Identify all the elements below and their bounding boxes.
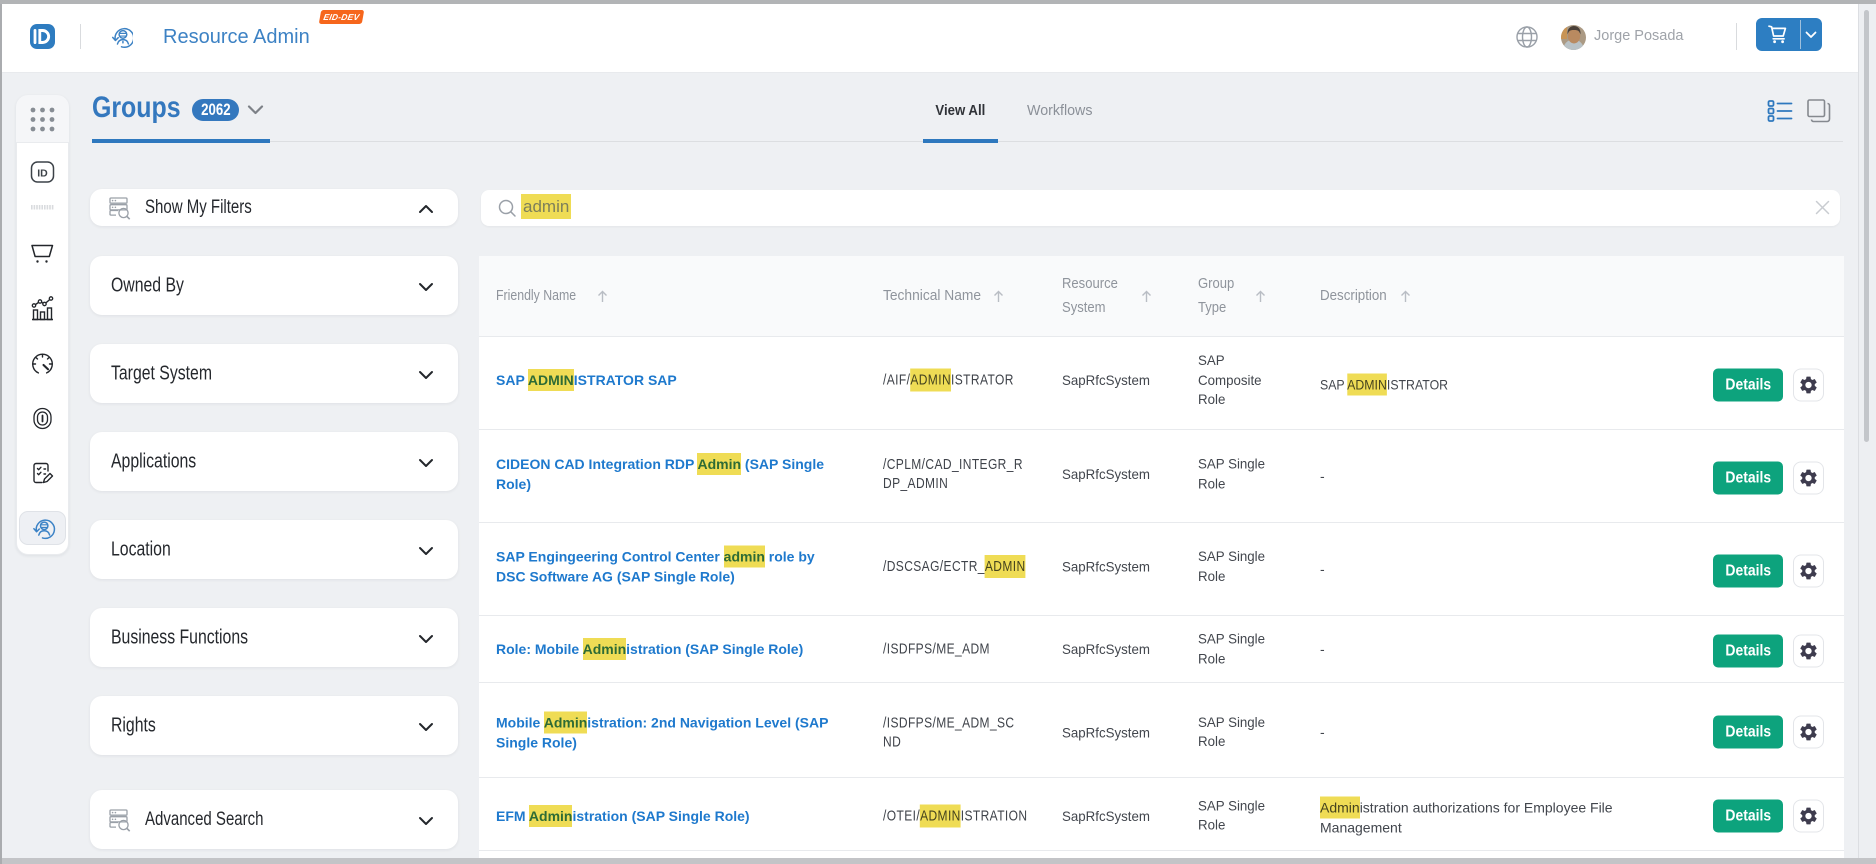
svg-text:ID: ID (37, 168, 48, 180)
